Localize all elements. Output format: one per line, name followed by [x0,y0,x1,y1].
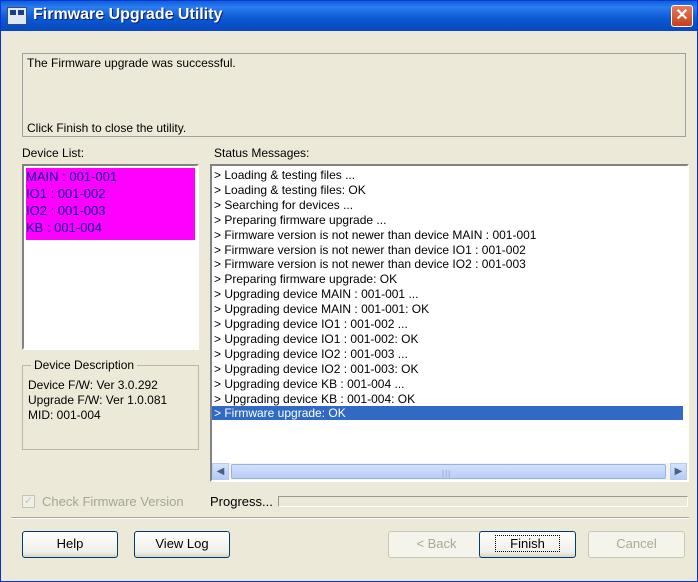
title-bar[interactable]: Firmware Upgrade Utility ✕ [1,1,697,31]
status-line[interactable]: > Upgrading device MAIN : 001-001: OK [214,302,429,316]
back-button[interactable]: < Back [388,531,485,558]
instruction-message: Click Finish to close the utility. [27,121,187,135]
status-line[interactable]: > Loading & testing files ... [214,168,355,182]
mid-value: MID: 001-004 [28,408,101,422]
result-message-panel: The Firmware upgrade was successful. Cli… [22,53,686,137]
scroll-thumb[interactable]: ||| [231,464,666,479]
upgrade-firmware-version: Upgrade F/W: Ver 1.0.081 [28,393,168,407]
app-icon [7,7,27,25]
close-button[interactable]: ✕ [671,5,693,27]
button-separator [11,517,689,519]
progress-bar [278,496,688,507]
device-firmware-version: Device F/W: Ver 3.0.292 [28,378,158,392]
view-log-button[interactable]: View Log [134,531,230,558]
status-line[interactable]: > Loading & testing files: OK [214,183,366,197]
device-description-title: Device Description [31,358,138,372]
cancel-button[interactable]: Cancel [588,531,685,558]
scroll-left-arrow-icon[interactable]: ◀ [212,463,229,480]
device-item-io1[interactable]: IO1 : 001-002 [26,186,106,202]
finish-button[interactable]: Finish [479,531,576,558]
progress-label: Progress... [210,494,273,509]
device-list-label: Device List: [22,146,85,160]
status-line[interactable]: > Upgrading device IO1 : 001-002: OK [214,332,418,346]
check-firmware-checkbox[interactable]: ✓ [22,495,35,508]
status-line[interactable]: > Upgrading device IO1 : 001-002 ... [214,317,408,331]
status-messages-label: Status Messages: [214,146,310,160]
success-message: The Firmware upgrade was successful. [27,56,236,70]
status-line[interactable]: > Firmware version is not newer than dev… [214,228,536,242]
status-line[interactable]: > Firmware upgrade: OK [212,406,683,421]
status-line[interactable]: > Firmware version is not newer than dev… [214,243,526,257]
status-line[interactable]: > Upgrading device MAIN : 001-001 ... [214,287,418,301]
device-list[interactable]: MAIN : 001-001 IO1 : 001-002 IO2 : 001-0… [22,164,199,350]
status-line[interactable]: > Upgrading device IO2 : 001-003: OK [214,362,418,376]
device-item-main[interactable]: MAIN : 001-001 [26,169,117,185]
status-line[interactable]: > Preparing firmware upgrade: OK [214,272,397,286]
horizontal-scrollbar[interactable]: ◀ ||| ▶ [212,463,687,480]
scroll-right-arrow-icon[interactable]: ▶ [670,463,687,480]
scroll-grip-icon: ||| [442,469,452,478]
device-item-kb[interactable]: KB : 001-004 [26,220,102,236]
check-firmware-label: Check Firmware Version [42,494,184,509]
status-line[interactable]: > Upgrading device KB : 001-004: OK [214,392,415,406]
window-title: Firmware Upgrade Utility [33,6,223,23]
status-line[interactable]: > Upgrading device KB : 001-004 ... [214,377,404,391]
device-description-group: Device Description Device F/W: Ver 3.0.2… [22,358,199,450]
status-line[interactable]: > Firmware version is not newer than dev… [214,257,526,271]
status-line[interactable]: > Preparing firmware upgrade ... [214,213,386,227]
help-button[interactable]: Help [22,531,118,558]
finish-button-label: Finish [495,535,560,552]
status-line[interactable]: > Searching for devices ... [214,198,353,212]
status-line[interactable]: > Upgrading device IO2 : 001-003 ... [214,347,408,361]
device-item-io2[interactable]: IO2 : 001-003 [26,203,106,219]
status-messages-list[interactable]: > Loading & testing files ... > Loading &… [210,164,689,482]
firmware-upgrade-window: Firmware Upgrade Utility ✕ The Firmware … [0,0,698,582]
